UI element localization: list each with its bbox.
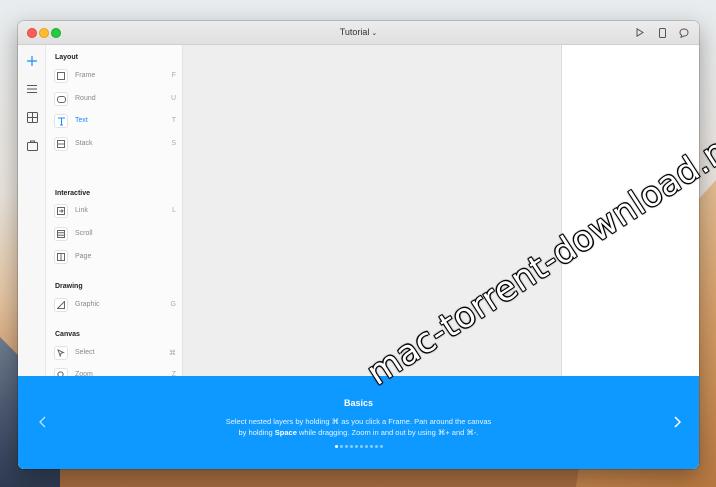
tutorial-banner: Basics Select nested layers by holding ⌘… bbox=[18, 376, 699, 469]
insert-item-text[interactable]: Text T bbox=[54, 114, 176, 130]
layers-icon[interactable] bbox=[25, 82, 39, 96]
insert-item-page[interactable]: Page bbox=[54, 250, 176, 266]
shortcut-key: ⌘ bbox=[169, 350, 176, 357]
section-title-drawing: Drawing bbox=[55, 283, 83, 290]
page-dot[interactable] bbox=[374, 445, 378, 448]
page-dot[interactable] bbox=[369, 445, 373, 448]
frame-icon bbox=[54, 69, 68, 83]
insert-item-select[interactable]: Select ⌘ bbox=[54, 346, 176, 362]
device-icon[interactable] bbox=[657, 27, 667, 38]
next-tip-button[interactable] bbox=[671, 414, 683, 430]
tutorial-text-line1: Select nested layers by holding ⌘ as you… bbox=[225, 417, 492, 426]
document-title[interactable]: Tutorial ⌄ bbox=[18, 27, 699, 37]
insert-item-label: Text bbox=[75, 117, 88, 124]
shortcut-key: L bbox=[172, 207, 176, 214]
insert-item-scroll[interactable]: Scroll bbox=[54, 227, 176, 243]
insert-item-label: Scroll bbox=[75, 230, 93, 237]
section-title-canvas: Canvas bbox=[55, 331, 80, 338]
insert-item-round[interactable]: Round U bbox=[54, 92, 176, 108]
tutorial-text-keyword: Space bbox=[274, 428, 297, 437]
components-icon[interactable] bbox=[25, 110, 39, 124]
graphic-icon bbox=[54, 298, 68, 312]
insert-item-label: Graphic bbox=[75, 301, 100, 308]
insert-item-frame[interactable]: Frame F bbox=[54, 69, 176, 85]
insert-item-label: Stack bbox=[75, 140, 93, 147]
title-bar: Tutorial ⌄ bbox=[18, 21, 699, 45]
insert-item-link[interactable]: Link L bbox=[54, 204, 176, 220]
page-dot[interactable] bbox=[349, 445, 353, 448]
page-dot[interactable] bbox=[364, 445, 368, 448]
round-icon bbox=[54, 92, 68, 106]
link-icon bbox=[54, 204, 68, 218]
chevron-down-icon: ⌄ bbox=[371, 30, 378, 37]
insert-item-label: Frame bbox=[75, 72, 96, 79]
insert-item-label: Round bbox=[75, 95, 96, 102]
page-indicator bbox=[18, 445, 699, 448]
tutorial-text-part: while dragging. Zoom in and out by using… bbox=[296, 428, 479, 437]
tutorial-text-line2: by holding Space while dragging. Zoom in… bbox=[18, 427, 699, 438]
insert-item-label: Link bbox=[75, 207, 88, 214]
tutorial-text: Select nested layers by holding ⌘ as you… bbox=[18, 416, 699, 438]
insert-plus-icon[interactable] bbox=[25, 54, 39, 68]
tutorial-title: Basics bbox=[343, 398, 374, 408]
shortcut-key: G bbox=[170, 301, 176, 308]
insert-item-graphic[interactable]: Graphic G bbox=[54, 298, 176, 314]
play-icon[interactable] bbox=[635, 27, 645, 38]
insert-item-stack[interactable]: Stack S bbox=[54, 137, 176, 153]
section-title-interactive: Interactive bbox=[55, 190, 91, 197]
page-dot[interactable] bbox=[339, 445, 343, 448]
section-title-layout: Layout bbox=[55, 54, 78, 61]
tutorial-text-part: by holding bbox=[238, 428, 275, 437]
page-dot[interactable] bbox=[359, 445, 363, 448]
page-dot[interactable] bbox=[334, 445, 338, 448]
text-icon bbox=[54, 114, 68, 128]
insert-item-label: Select bbox=[75, 349, 95, 356]
shortcut-key: F bbox=[171, 72, 176, 79]
shortcut-key: S bbox=[171, 140, 176, 147]
insert-item-label: Page bbox=[75, 253, 92, 260]
comment-icon[interactable] bbox=[679, 27, 689, 38]
page-dot[interactable] bbox=[344, 445, 348, 448]
page-dot[interactable] bbox=[354, 445, 358, 448]
page-icon bbox=[54, 250, 68, 264]
shortcut-key: U bbox=[170, 95, 176, 102]
store-icon[interactable] bbox=[25, 138, 39, 152]
cursor-icon bbox=[54, 346, 68, 360]
stack-icon bbox=[54, 137, 68, 151]
scroll-icon bbox=[54, 227, 68, 241]
shortcut-key: T bbox=[171, 117, 176, 124]
document-title-label: Tutorial bbox=[339, 27, 370, 37]
page-dot[interactable] bbox=[379, 445, 383, 448]
